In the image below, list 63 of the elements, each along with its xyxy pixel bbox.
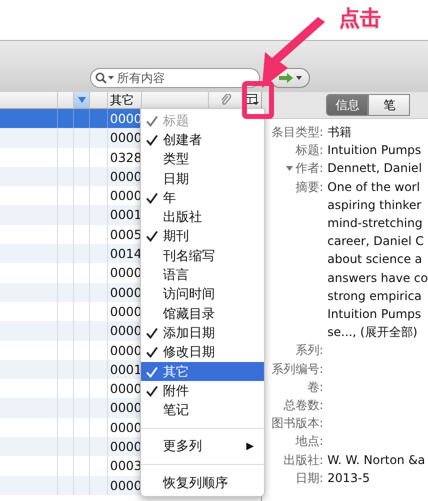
field-value: strong empirica — [327, 288, 423, 305]
menu-item[interactable]: 更多列 ▶ — [141, 436, 264, 456]
field-label: 条目类型: — [271, 124, 324, 141]
checkmark-icon — [146, 134, 158, 146]
column-picker-icon[interactable] — [246, 94, 259, 106]
menu-item[interactable]: 恢复列顺序 — [141, 473, 264, 492]
checkmark-icon — [146, 326, 158, 339]
field-label: 图书版本: — [271, 415, 324, 432]
field-value: mind-stretching — [327, 215, 424, 232]
checkmark-icon — [146, 192, 158, 204]
menu-item[interactable]: 创建者 — [141, 130, 264, 150]
field-value: 2013-5 — [327, 470, 370, 487]
menu-item[interactable]: 馆藏目录 — [141, 304, 264, 324]
checkmark-icon — [146, 366, 158, 378]
field-label: 出版社: — [283, 452, 324, 469]
field-label: 日期: — [295, 470, 324, 487]
paperclip-icon — [220, 94, 231, 106]
disclosure-icon[interactable] — [286, 166, 294, 172]
field-label: 作者: — [295, 160, 324, 178]
arrow-icon — [277, 72, 303, 84]
checkmark-icon — [146, 346, 158, 358]
menu-item[interactable]: 语言 — [141, 265, 264, 285]
highlight-frame — [242, 80, 274, 118]
menu-item[interactable]: 年 — [141, 188, 264, 208]
field-label: 系列: — [295, 342, 324, 360]
field-value: career, Daniel C — [327, 233, 425, 250]
field-label: 地点: — [295, 433, 324, 450]
field-value: 书籍 — [327, 124, 352, 141]
field-value: about science a — [327, 251, 424, 268]
field-value: Dennett, Daniel — [327, 160, 422, 178]
field-label: 标题: — [295, 142, 324, 160]
column-header[interactable] — [74, 92, 90, 108]
menu-item[interactable]: 期刊 — [141, 226, 264, 246]
field-value: se..., (展开全部) — [327, 324, 418, 342]
annotation-label: 点击 — [339, 5, 381, 32]
menu-item[interactable]: 修改日期 — [141, 342, 264, 362]
menu-item[interactable]: 笔记 — [141, 400, 264, 420]
checkmark-icon — [146, 230, 158, 242]
menu-item[interactable]: 类型 — [141, 150, 264, 169]
checkmark-icon — [146, 384, 158, 397]
field-label: 卷: — [307, 378, 324, 396]
field-label: 摘要: — [295, 178, 324, 196]
sort-icon — [78, 97, 86, 103]
menu-item[interactable]: 访问时间 — [141, 284, 264, 304]
checkmark-icon — [146, 114, 158, 127]
tab[interactable]: 信息 — [326, 94, 368, 116]
field-value: aspiring thinker — [327, 196, 422, 214]
menu-item[interactable]: 出版社 — [141, 207, 264, 227]
tab[interactable]: 笔 — [368, 94, 410, 116]
field-value: answers have co — [327, 270, 428, 287]
field-value: W. W. Norton &a — [327, 452, 426, 469]
search-field[interactable]: 所有内容 — [90, 68, 260, 88]
menu-item[interactable]: 刊名缩写 — [141, 246, 264, 266]
menu-item[interactable]: 其它 — [141, 362, 264, 382]
field-label: 系列编号: — [271, 360, 324, 378]
field-value: Intuition Pumps — [327, 306, 422, 324]
field-value: Intuition Pumps — [327, 142, 422, 160]
arrow-annotation — [262, 17, 326, 89]
field-label: 总卷数: — [283, 397, 324, 414]
menu-item[interactable]: 日期 — [141, 168, 264, 188]
menu-item[interactable]: 添加日期 — [141, 323, 264, 343]
field-value: One of the worl — [327, 178, 421, 196]
menu-item[interactable]: 附件 — [141, 381, 264, 400]
